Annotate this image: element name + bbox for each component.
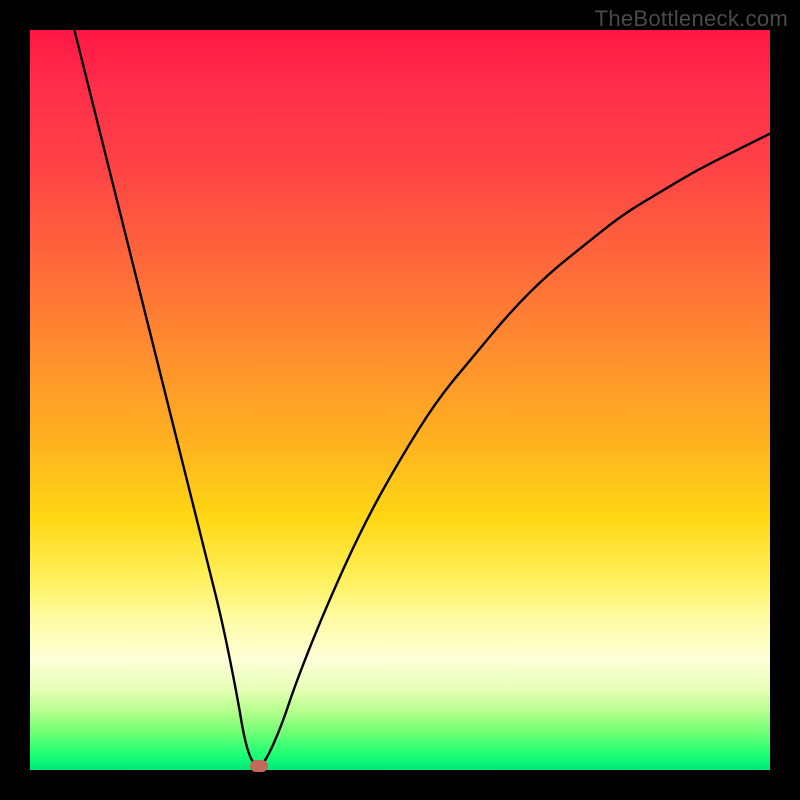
plot-area [30, 30, 770, 770]
chart-stage: TheBottleneck.com [0, 0, 800, 800]
attribution-label: TheBottleneck.com [595, 6, 788, 32]
bottleneck-curve [30, 30, 770, 770]
minimum-marker [250, 760, 268, 772]
